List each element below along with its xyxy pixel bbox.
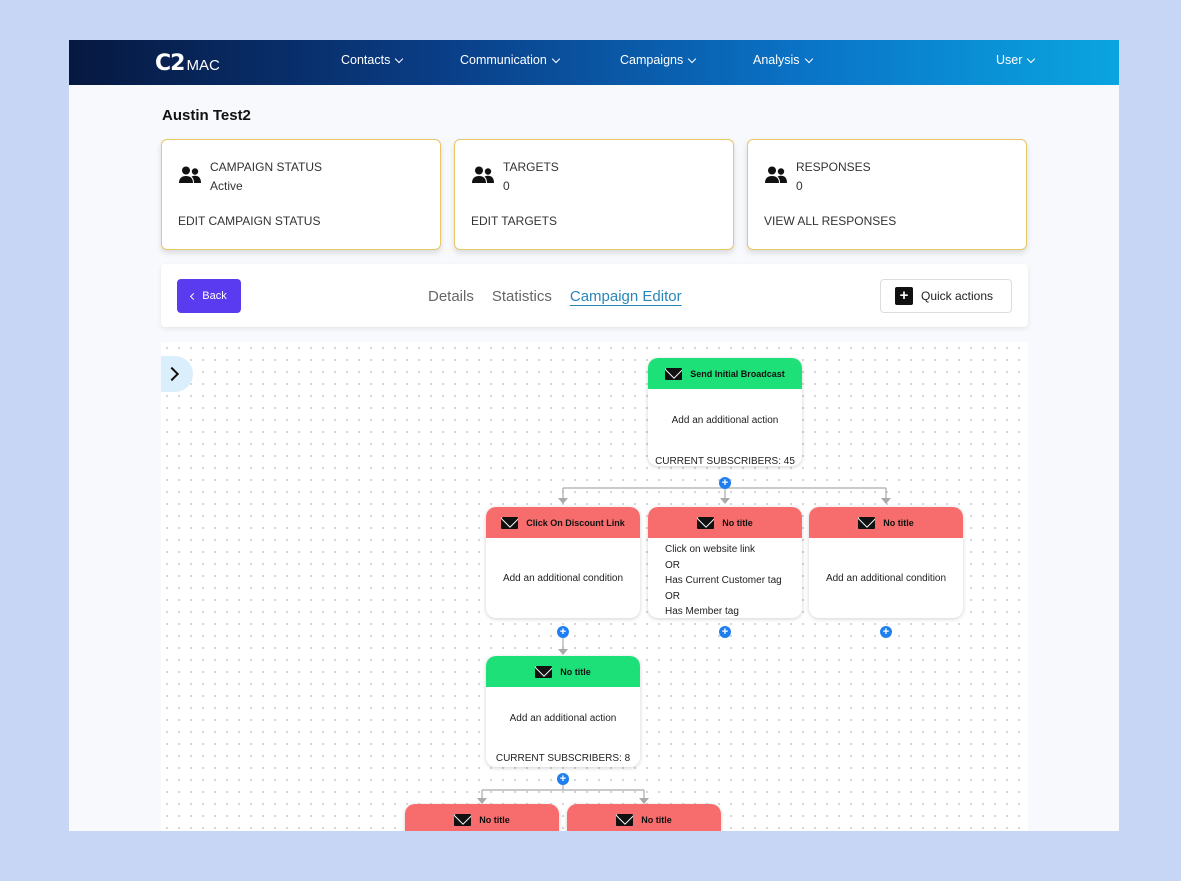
users-icon (472, 166, 494, 189)
editor-toolbar: Back Details Statistics Campaign Editor … (161, 264, 1028, 327)
node-title: No title (722, 517, 753, 528)
node-title: No title (560, 666, 591, 677)
view-all-responses-link[interactable]: VIEW ALL RESPONSES (764, 214, 896, 228)
node-title: Send Initial Broadcast (690, 368, 785, 379)
chevron-down-icon (804, 54, 813, 63)
node-title: No title (641, 814, 672, 825)
add-condition-link[interactable]: Add an additional condition (809, 538, 963, 618)
condition-operator: OR (665, 559, 680, 571)
node-title: No title (883, 517, 914, 528)
condition-operator: OR (665, 590, 680, 602)
nav-campaigns-label: Campaigns (620, 53, 684, 67)
condition-list[interactable]: Click on website link OR Has Current Cus… (648, 538, 802, 618)
flow-action-node[interactable]: No title Add an additional action CURREN… (486, 656, 640, 767)
node-header: No title (486, 656, 640, 687)
campaign-status-card: CAMPAIGN STATUS Active EDIT CAMPAIGN STA… (161, 139, 441, 250)
add-node-button[interactable]: + (719, 626, 731, 638)
edit-targets-link[interactable]: EDIT TARGETS (471, 214, 557, 228)
mail-icon (858, 516, 876, 529)
plus-icon: + (895, 287, 913, 305)
subscriber-count: CURRENT SUBSCRIBERS: 8 (495, 753, 631, 764)
quick-actions-label: Quick actions (921, 289, 994, 303)
card-value: 0 (796, 179, 803, 193)
add-condition-link[interactable]: Add an additional condition (486, 538, 640, 618)
add-action-link[interactable]: Add an additional action (486, 687, 640, 733)
card-value: Active (210, 179, 243, 193)
subscriber-count: CURRENT SUBSCRIBERS: 45 (655, 456, 795, 466)
chevron-down-icon (687, 54, 697, 63)
top-navbar: C2 MAC Contacts Communication Campaigns … (69, 40, 1119, 85)
flow-condition-node[interactable]: No title Add an additional condition (809, 507, 963, 618)
responses-card: RESPONSES 0 VIEW ALL RESPONSES (747, 139, 1027, 250)
card-value: 0 (503, 179, 510, 193)
condition-item: Has Current Customer tag (665, 575, 782, 586)
nav-communication[interactable]: Communication (460, 53, 561, 67)
node-header: Send Initial Broadcast (648, 358, 802, 389)
tab-details[interactable]: Details (428, 288, 474, 305)
flow-condition-node[interactable]: No title (405, 804, 559, 831)
condition-item: Click on website link (665, 544, 756, 555)
nav-communication-label: Communication (460, 53, 547, 67)
quick-actions-button[interactable]: + Quick actions (880, 279, 1012, 313)
node-title: No title (479, 814, 510, 825)
targets-card: TARGETS 0 EDIT TARGETS (454, 139, 734, 250)
chevron-down-icon (395, 54, 404, 63)
card-label: CAMPAIGN STATUS (210, 160, 323, 174)
tab-statistics[interactable]: Statistics (492, 288, 552, 305)
logo-text: MAC (186, 57, 220, 74)
add-node-button[interactable]: + (557, 626, 569, 638)
nav-user-menu[interactable]: User (996, 53, 1036, 67)
chevron-left-icon (190, 292, 198, 300)
back-button-label: Back (202, 290, 227, 302)
app-window: C2 MAC Contacts Communication Campaigns … (69, 40, 1119, 831)
card-label: RESPONSES (796, 160, 871, 174)
flow-condition-node[interactable]: Click On Discount Link Add an additional… (486, 507, 640, 618)
add-action-link[interactable]: Add an additional action (648, 389, 802, 435)
flow-canvas[interactable]: Send Initial Broadcast Add an additional… (161, 342, 1028, 831)
mail-icon (454, 813, 472, 826)
node-header: No title (809, 507, 963, 538)
flow-condition-node[interactable]: No title (567, 804, 721, 831)
back-button[interactable]: Back (177, 279, 241, 313)
nav-contacts-label: Contacts (341, 53, 391, 67)
mail-icon (697, 516, 715, 529)
page-tabs: Details Statistics Campaign Editor (428, 288, 682, 305)
node-header: No title (648, 507, 802, 538)
node-header: No title (567, 804, 721, 831)
add-node-button[interactable]: + (557, 773, 569, 785)
app-logo[interactable]: C2 MAC (155, 49, 220, 75)
mail-icon (501, 516, 519, 529)
mail-icon (665, 367, 683, 380)
flow-condition-node[interactable]: No title Click on website link OR Has Cu… (648, 507, 802, 618)
mail-icon (616, 813, 634, 826)
chevron-down-icon (551, 54, 561, 63)
nav-campaigns[interactable]: Campaigns (620, 53, 697, 67)
nav-analysis[interactable]: Analysis (753, 53, 813, 67)
condition-item: Has Member tag (665, 606, 739, 617)
card-label: TARGETS (503, 160, 559, 174)
tab-campaign-editor[interactable]: Campaign Editor (570, 288, 682, 305)
mail-icon (535, 665, 553, 678)
add-node-button[interactable]: + (719, 477, 731, 489)
nav-analysis-label: Analysis (753, 53, 800, 67)
users-icon (179, 166, 201, 189)
node-title: Click On Discount Link (526, 517, 625, 528)
node-header: No title (405, 804, 559, 831)
page-title: Austin Test2 (162, 107, 251, 124)
nav-user-label: User (996, 53, 1023, 67)
edit-campaign-status-link[interactable]: EDIT CAMPAIGN STATUS (178, 214, 320, 228)
flow-action-node[interactable]: Send Initial Broadcast Add an additional… (648, 358, 802, 466)
chevron-down-icon (1027, 54, 1036, 63)
node-header: Click On Discount Link (486, 507, 640, 538)
nav-contacts[interactable]: Contacts (341, 53, 404, 67)
logo-mark: C2 (155, 51, 185, 76)
add-node-button[interactable]: + (880, 626, 892, 638)
users-icon (765, 166, 787, 189)
chevron-right-icon (164, 366, 180, 382)
